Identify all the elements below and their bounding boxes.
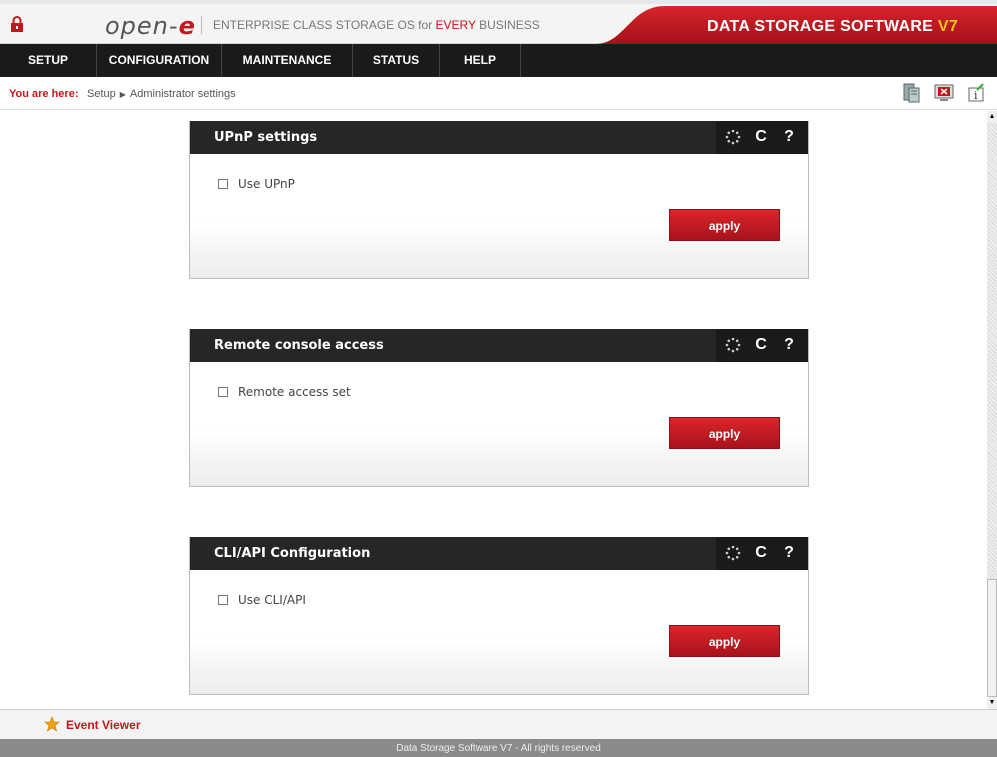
lock-icon[interactable] [10, 16, 24, 32]
breadcrumb-item-admin[interactable]: Administrator settings [130, 88, 236, 100]
breadcrumb-arrow-icon: ▶ [119, 90, 126, 99]
scroll-up-arrow-icon[interactable]: ▲ [987, 111, 997, 123]
main-nav: SETUP CONFIGURATION MAINTENANCE STATUS H… [0, 44, 997, 77]
breadcrumb-prefix: You are here: [9, 88, 79, 100]
checkbox-label: Use CLI/API [238, 593, 306, 607]
nav-status[interactable]: STATUS [353, 44, 440, 77]
panel-remote-console-access: Remote console access C ? Remote access … [189, 329, 809, 487]
main-content: UPnP settings C ? Use UPnP apply Remote … [0, 111, 987, 709]
logo-text: open- [105, 12, 179, 40]
refresh-icon[interactable]: C [752, 544, 770, 562]
logout-monitor-icon[interactable] [933, 82, 955, 104]
panel-cli-api-configuration: CLI/API Configuration C ? Use CLI/API ap… [189, 537, 809, 695]
apply-button[interactable]: apply [669, 625, 780, 657]
brand-title: DATA STORAGE SOFTWARE V7 [707, 18, 958, 36]
tagline-post: BUSINESS [475, 18, 540, 32]
refresh-icon[interactable]: C [752, 128, 770, 146]
app-header: open-e ENTERPRISE CLASS STORAGE OS for E… [0, 0, 997, 44]
panel-header: CLI/API Configuration C ? [190, 537, 808, 570]
scroll-down-arrow-icon[interactable]: ▼ [987, 697, 997, 709]
panel-header: UPnP settings C ? [190, 121, 808, 154]
checkbox-label: Remote access set [238, 385, 351, 399]
event-viewer-link[interactable]: Event Viewer [66, 718, 140, 732]
panel-tools: C ? [716, 121, 808, 154]
remote-access-checkbox[interactable] [218, 387, 228, 397]
panel-body: Use UPnP apply [190, 154, 808, 278]
star-icon [44, 716, 60, 732]
copyright-text: Data Storage Software V7 - All rights re… [396, 743, 601, 754]
breadcrumb-item-setup[interactable]: Setup [87, 88, 116, 100]
panel-tools: C ? [716, 329, 808, 362]
loading-spinner-icon [725, 129, 741, 145]
panel-tools: C ? [716, 537, 808, 570]
tagline: ENTERPRISE CLASS STORAGE OS for EVERY BU… [213, 18, 540, 32]
scroll-thumb[interactable] [987, 579, 997, 697]
nav-maintenance[interactable]: MAINTENANCE [222, 44, 353, 77]
use-upnp-checkbox[interactable] [218, 179, 228, 189]
use-cli-api-checkbox[interactable] [218, 595, 228, 605]
panel-upnp-settings: UPnP settings C ? Use UPnP apply [189, 121, 809, 279]
brand-name: DATA STORAGE SOFTWARE [707, 18, 938, 35]
panel-body: Use CLI/API apply [190, 570, 808, 694]
tagline-red: EVERY [435, 18, 476, 32]
loading-spinner-icon [725, 545, 741, 561]
info-icon[interactable]: i [965, 82, 987, 104]
help-icon[interactable]: ? [780, 336, 798, 354]
scroll-track[interactable] [987, 123, 997, 579]
tagline-pre: ENTERPRISE CLASS STORAGE OS for [213, 18, 436, 32]
checkbox-label: Use UPnP [238, 177, 295, 191]
breadcrumb: You are here: Setup ▶ Administrator settin… [0, 77, 997, 110]
apply-button[interactable]: apply [669, 209, 780, 241]
nav-configuration[interactable]: CONFIGURATION [97, 44, 222, 77]
breadcrumb-path: Setup ▶ Administrator settings [87, 88, 236, 100]
panel-title: Remote console access [214, 338, 384, 353]
apply-button[interactable]: apply [669, 417, 780, 449]
tagline-divider [201, 16, 202, 34]
panel-header: Remote console access C ? [190, 329, 808, 362]
event-viewer-bar: Event Viewer [0, 709, 997, 739]
logo-e: e [178, 12, 196, 40]
server-info-icon[interactable] [901, 82, 923, 104]
help-icon[interactable]: ? [780, 128, 798, 146]
nav-help[interactable]: HELP [440, 44, 521, 77]
brand-version: V7 [937, 18, 959, 35]
status-bar: Data Storage Software V7 - All rights re… [0, 739, 997, 757]
panel-title: UPnP settings [214, 130, 318, 145]
svg-text:i: i [974, 89, 978, 102]
nav-setup[interactable]: SETUP [0, 44, 97, 77]
panel-title: CLI/API Configuration [214, 546, 371, 561]
vertical-scrollbar[interactable]: ▲ ▼ [987, 111, 997, 709]
panel-body: Remote access set apply [190, 362, 808, 486]
open-e-logo: open-e [105, 12, 196, 40]
help-icon[interactable]: ? [780, 544, 798, 562]
refresh-icon[interactable]: C [752, 336, 770, 354]
loading-spinner-icon [725, 337, 741, 353]
